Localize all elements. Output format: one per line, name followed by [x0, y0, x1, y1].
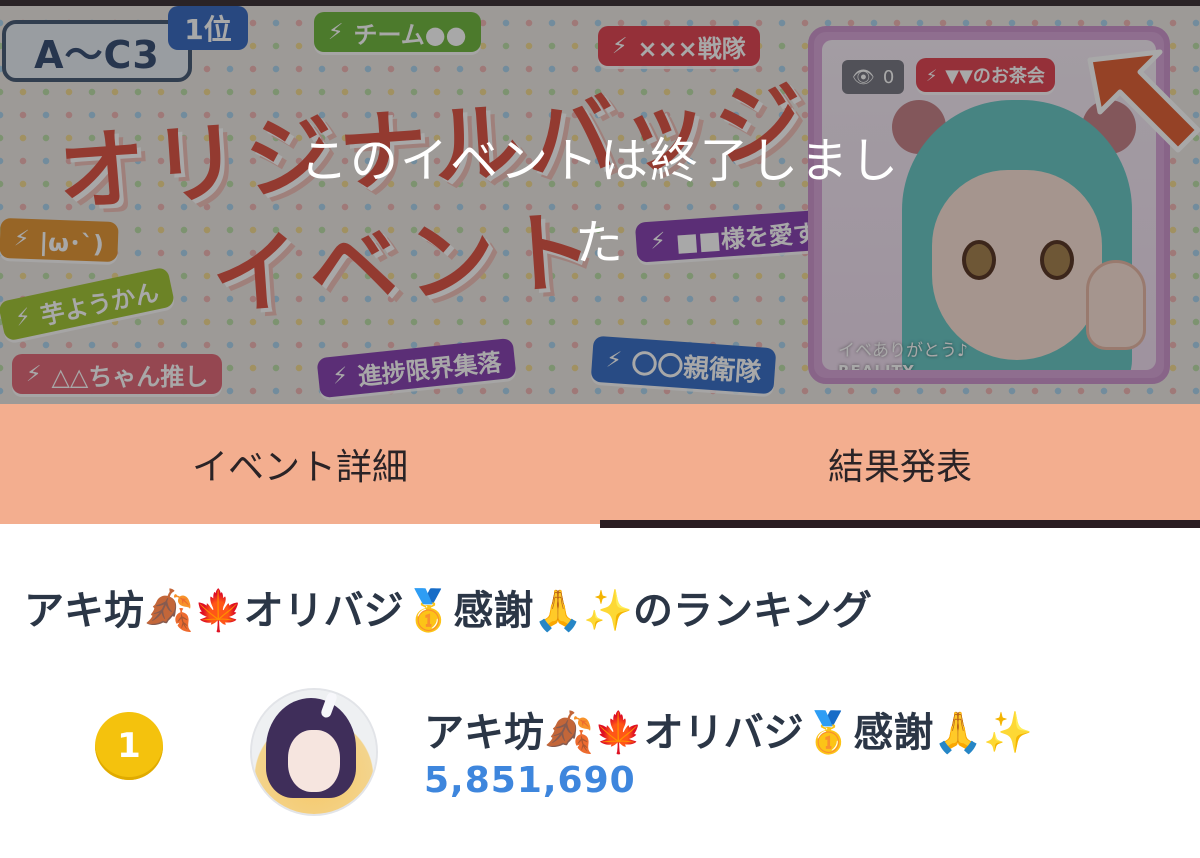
avatar-face [288, 730, 340, 792]
avatar[interactable] [250, 688, 378, 816]
tab-results[interactable]: 結果発表 [600, 404, 1200, 528]
user-name[interactable]: アキ坊🍂🍁オリバジ🥇感謝🙏✨ [424, 700, 1033, 758]
ranking-heading: アキ坊🍂🍁オリバジ🥇感謝🙏✨のランキング [24, 588, 872, 634]
rank-medal: 1 [95, 712, 163, 780]
top-divider [0, 0, 1200, 6]
event-ended-message: このイベントは終了しました [300, 133, 901, 271]
ranking-row[interactable]: 1 アキ坊🍂🍁オリバジ🥇感謝🙏✨ 5,851,690 [0, 682, 1200, 822]
tab-event-details[interactable]: イベント詳細 [0, 404, 600, 524]
event-tabs: イベント詳細 結果発表 [0, 404, 1200, 528]
event-banner: A～C3 1位 ⚡ チーム●● ⚡ ×××戦隊 ⚡ |ω･`) ⚡ 芋ようかん ⚡ △△ち… [0, 0, 1200, 404]
user-score: 5,851,690 [424, 760, 636, 801]
